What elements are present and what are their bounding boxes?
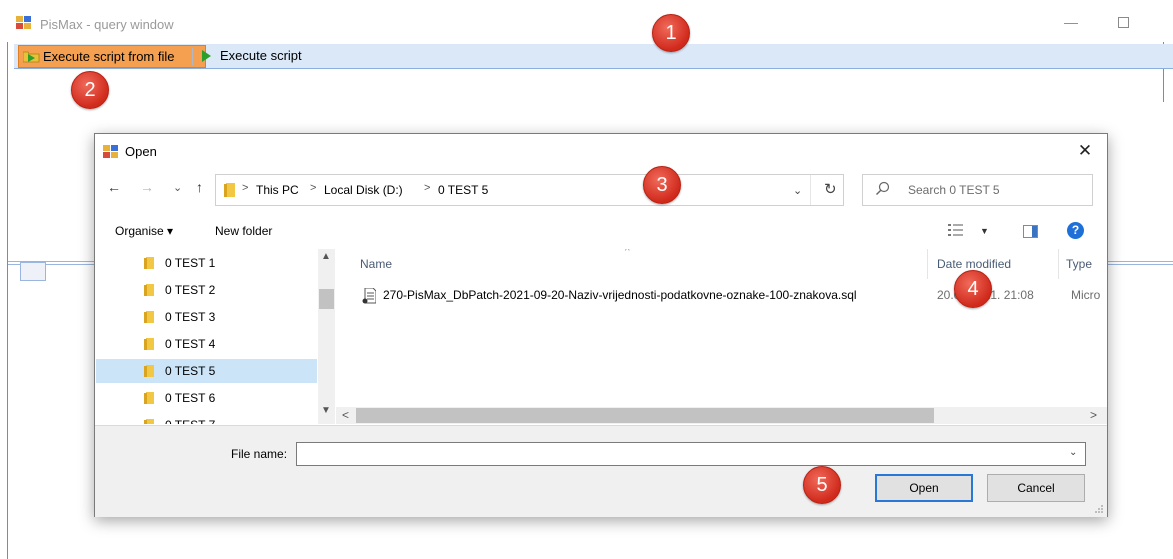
tree-item-0-test-7[interactable]: 0 TEST 7 xyxy=(96,413,317,424)
new-folder-button[interactable]: New folder xyxy=(215,224,272,238)
folder-icon xyxy=(224,183,235,197)
forward-button[interactable]: → xyxy=(140,179,154,195)
breadcrumb-separator: > xyxy=(242,182,249,194)
dialog-app-icon xyxy=(103,145,118,158)
folder-icon xyxy=(144,392,154,404)
help-icon[interactable]: ? xyxy=(1067,222,1084,239)
file-name: 270-PisMax_DbPatch-2021-09-20-Naziv-vrij… xyxy=(383,288,857,302)
grid-header-cell xyxy=(20,262,46,281)
callout-3: 3 xyxy=(643,166,681,204)
address-dropdown-icon[interactable]: ⌄ xyxy=(793,184,802,197)
navigation-pane: 0 TEST 1 0 TEST 2 0 TEST 3 0 TEST 4 0 TE… xyxy=(96,249,335,424)
sort-arrow-icon: ^ xyxy=(625,249,630,257)
address-divider xyxy=(810,175,811,205)
maximize-button[interactable] xyxy=(1108,10,1138,34)
app-titlebar xyxy=(8,10,1173,42)
breadcrumb-this-pc[interactable]: This PC xyxy=(256,183,299,197)
search-icon xyxy=(876,181,890,195)
tree-item-label: 0 TEST 1 xyxy=(165,256,216,270)
breadcrumb-separator: > xyxy=(424,182,431,194)
folder-icon xyxy=(144,257,154,269)
tree-item-label: 0 TEST 4 xyxy=(165,337,216,351)
address-bar[interactable]: > This PC > Local Disk (D:) > 0 TEST 5 ⌄… xyxy=(215,174,844,206)
organise-menu[interactable]: Organise ▾ xyxy=(115,224,173,238)
execute-script-button[interactable]: Execute script xyxy=(196,45,330,66)
column-header-date-modified[interactable]: Date modified xyxy=(937,257,1011,271)
view-dropdown-icon[interactable]: ▼ xyxy=(980,226,989,236)
sql-file-icon xyxy=(362,288,376,304)
callout-2: 2 xyxy=(71,71,109,109)
tree-item-0-test-1[interactable]: 0 TEST 1 xyxy=(96,251,317,275)
scroll-right-icon[interactable]: > xyxy=(1090,408,1097,422)
resize-grip-icon[interactable] xyxy=(1094,504,1104,514)
breadcrumb-separator: > xyxy=(310,182,317,194)
callout-4: 4 xyxy=(954,270,992,308)
tree-item-0-test-2[interactable]: 0 TEST 2 xyxy=(96,278,317,302)
cancel-button[interactable]: Cancel xyxy=(987,474,1085,502)
execute-file-icon xyxy=(23,51,40,63)
callout-5: 5 xyxy=(803,466,841,504)
folder-icon xyxy=(144,284,154,296)
play-icon xyxy=(202,50,211,62)
tree-item-0-test-6[interactable]: 0 TEST 6 xyxy=(96,386,317,410)
column-divider[interactable] xyxy=(1058,249,1059,279)
tree-item-label: 0 TEST 5 xyxy=(165,364,216,378)
folder-icon xyxy=(144,311,154,323)
file-name-label: File name: xyxy=(231,447,288,461)
toolbar: Execute script from file Execute script xyxy=(14,44,1173,69)
scrollbar-thumb[interactable] xyxy=(319,289,334,309)
folder-icon xyxy=(144,419,154,424)
tree-item-0-test-5[interactable]: 0 TEST 5 xyxy=(96,359,317,383)
scrollbar-thumb[interactable] xyxy=(356,408,934,423)
window-border xyxy=(7,42,8,559)
file-name-dropdown-icon[interactable]: ⌄ xyxy=(1069,447,1077,458)
command-bar: Organise ▾ New folder ▼ ? xyxy=(95,216,1107,246)
scroll-up-icon[interactable]: ▲ xyxy=(321,251,331,262)
file-name-input[interactable]: ⌄ xyxy=(296,442,1086,466)
open-file-dialog: Open ✕ ← → ⌄ ↑ > This PC > Local Disk (D… xyxy=(94,133,1108,517)
search-placeholder: Search 0 TEST 5 xyxy=(908,183,1000,197)
file-list-pane: ^ Name Date modified Type 270-PisMax_DbP… xyxy=(336,249,1107,424)
recent-locations-button[interactable]: ⌄ xyxy=(173,181,182,194)
preview-pane-icon[interactable] xyxy=(1023,225,1038,238)
horizontal-scrollbar[interactable]: < > xyxy=(336,407,1107,424)
column-header-type[interactable]: Type xyxy=(1066,257,1092,271)
app-title: PisMax - query window xyxy=(40,17,174,32)
toolbar-separator xyxy=(192,48,193,65)
navigation-scrollbar[interactable]: ▲ ▼ xyxy=(318,249,335,424)
open-button[interactable]: Open xyxy=(875,474,973,502)
minimize-button[interactable]: — xyxy=(1056,10,1086,34)
execute-script-from-file-button[interactable]: Execute script from file xyxy=(18,45,206,68)
folder-icon xyxy=(144,338,154,350)
tree-item-0-test-3[interactable]: 0 TEST 3 xyxy=(96,305,317,329)
tree-item-label: 0 TEST 2 xyxy=(165,283,216,297)
tree-item-label: 0 TEST 3 xyxy=(165,310,216,324)
search-input[interactable]: Search 0 TEST 5 xyxy=(862,174,1093,206)
dialog-footer: File name: ⌄ Open Cancel xyxy=(95,425,1107,517)
breadcrumb-current-folder[interactable]: 0 TEST 5 xyxy=(438,183,488,197)
dialog-title: Open xyxy=(125,144,157,159)
breadcrumb-local-disk[interactable]: Local Disk (D:) xyxy=(324,183,403,197)
column-header-name[interactable]: Name xyxy=(360,257,392,271)
scroll-down-icon[interactable]: ▼ xyxy=(321,405,331,416)
callout-1: 1 xyxy=(652,14,690,52)
execute-script-from-file-label: Execute script from file xyxy=(43,49,175,64)
refresh-icon[interactable]: ↻ xyxy=(824,180,837,198)
back-button[interactable]: ← xyxy=(107,179,121,195)
scroll-left-icon[interactable]: < xyxy=(342,408,349,422)
view-options-icon[interactable] xyxy=(948,223,964,237)
app-icon xyxy=(16,16,31,29)
folder-icon xyxy=(144,365,154,377)
tree-item-label: 0 TEST 7 xyxy=(165,413,215,424)
tree-item-label: 0 TEST 6 xyxy=(165,391,216,405)
close-button[interactable]: ✕ xyxy=(1073,139,1097,163)
execute-script-label: Execute script xyxy=(220,48,302,63)
up-button[interactable]: ↑ xyxy=(196,179,203,195)
file-type: Micro xyxy=(1071,288,1101,302)
column-divider[interactable] xyxy=(927,249,928,279)
tree-item-0-test-4[interactable]: 0 TEST 4 xyxy=(96,332,317,356)
maximize-icon xyxy=(1118,17,1129,28)
